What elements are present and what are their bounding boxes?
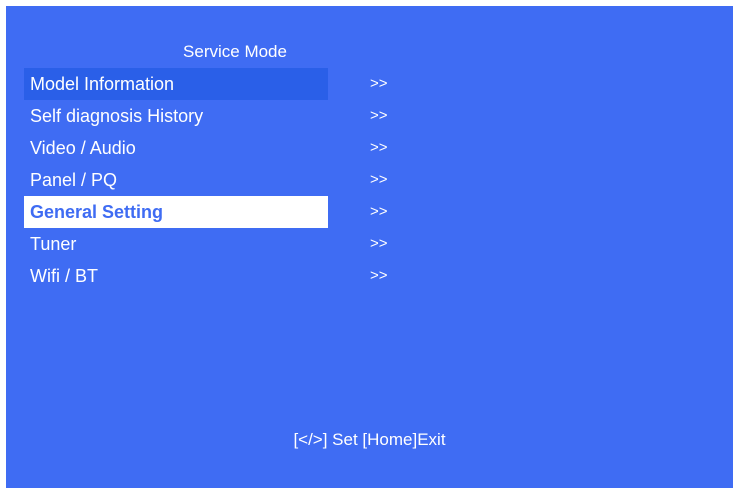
menu-item-self-diagnosis-history[interactable]: Self diagnosis History >> — [24, 100, 444, 132]
service-menu: Model Information >> Self diagnosis Hist… — [24, 68, 444, 292]
menu-item-tuner[interactable]: Tuner >> — [24, 228, 444, 260]
page-title: Service Mode — [183, 42, 287, 61]
submenu-arrow-icon: >> — [370, 267, 388, 284]
submenu-arrow-icon: >> — [370, 75, 388, 92]
menu-item-label: Panel / PQ — [30, 170, 118, 190]
menu-item-label: Tuner — [30, 234, 77, 254]
menu-item-general-setting[interactable]: General Setting >> — [24, 196, 444, 228]
submenu-arrow-icon: >> — [370, 139, 388, 156]
menu-item-label: Video / Audio — [30, 138, 136, 158]
submenu-arrow-icon: >> — [370, 171, 388, 188]
submenu-arrow-icon: >> — [370, 107, 388, 124]
menu-item-label: Self diagnosis History — [30, 106, 204, 126]
submenu-arrow-icon: >> — [370, 203, 388, 220]
key-hint-footer: [</>] Set [Home]Exit — [293, 430, 446, 449]
service-mode-screen: Service Mode Model Information >> Self d… — [6, 6, 733, 488]
menu-item-label: Model Information — [24, 68, 328, 100]
submenu-arrow-icon: >> — [370, 235, 388, 252]
menu-item-label: General Setting — [24, 196, 328, 228]
menu-item-label: Wifi / BT — [30, 266, 98, 286]
menu-item-video-audio[interactable]: Video / Audio >> — [24, 132, 444, 164]
menu-item-wifi-bt[interactable]: Wifi / BT >> — [24, 260, 444, 292]
menu-item-panel-pq[interactable]: Panel / PQ >> — [24, 164, 444, 196]
menu-item-model-information[interactable]: Model Information >> — [24, 68, 444, 100]
